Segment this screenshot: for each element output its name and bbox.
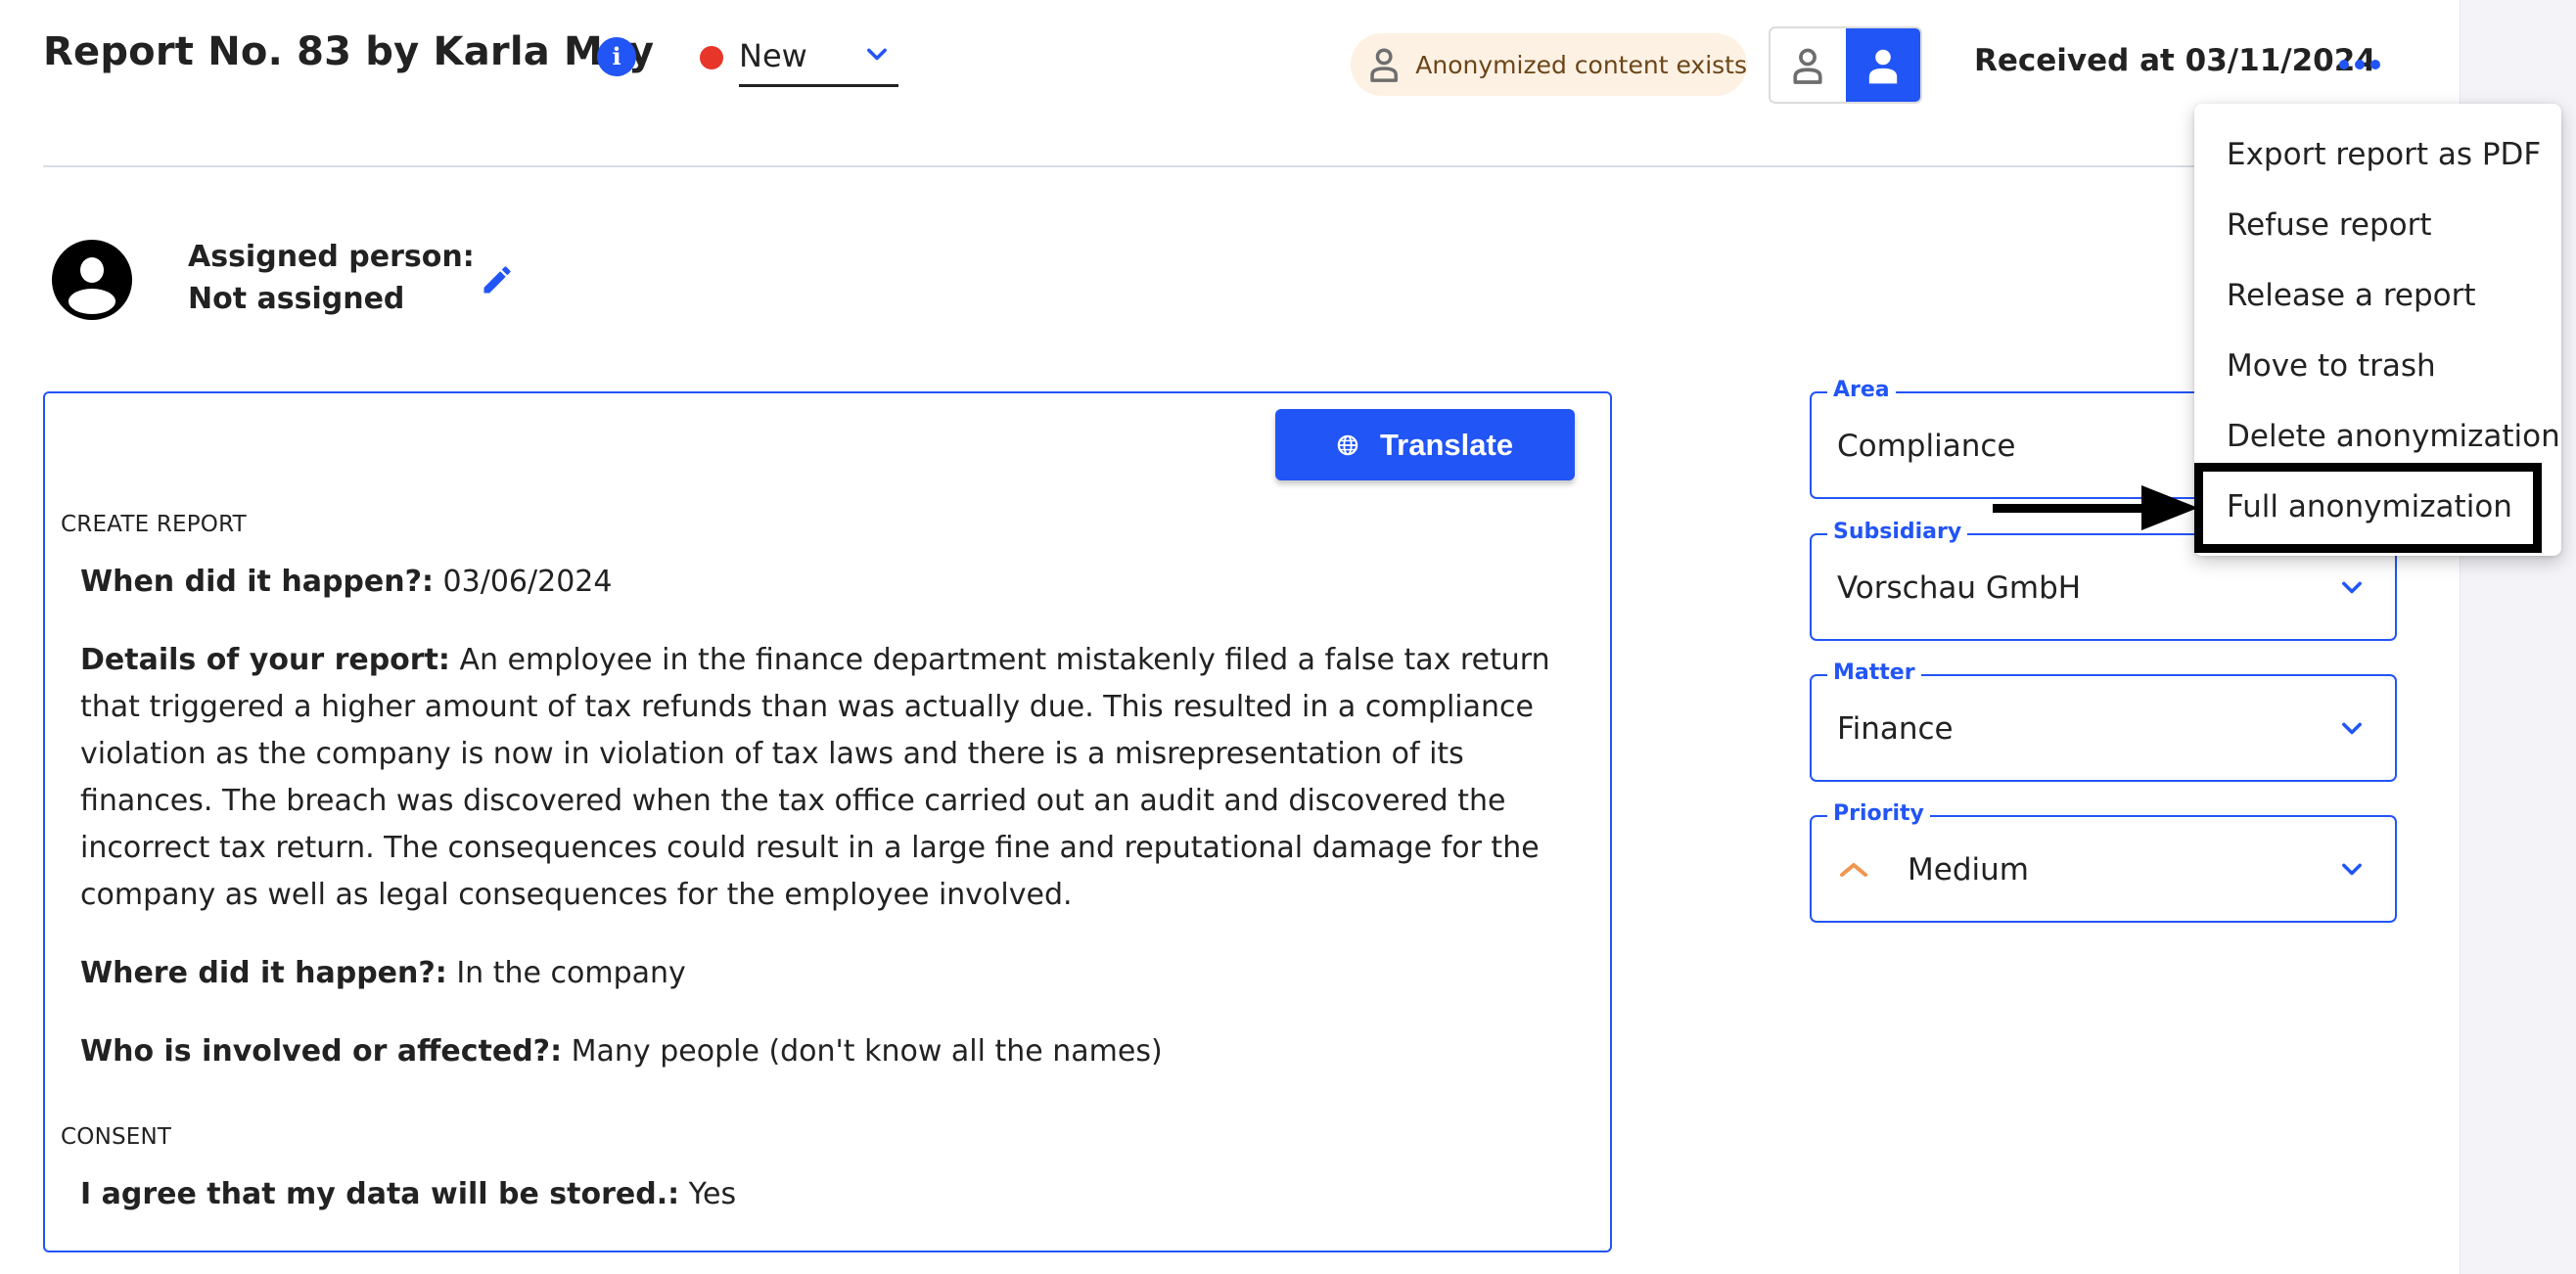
more-options-button[interactable] xyxy=(2339,51,2380,78)
status-value: New xyxy=(739,37,807,74)
info-icon[interactable]: i xyxy=(597,37,636,76)
section-title-create-report: CREATE REPORT xyxy=(61,512,247,537)
highlight-box-annotation xyxy=(2194,463,2542,553)
chevron-down-icon xyxy=(2342,863,2362,876)
priority-label: Priority xyxy=(1827,801,1930,827)
assigned-person-label: Assigned person: xyxy=(188,240,475,274)
edit-pencil-icon[interactable] xyxy=(480,262,515,297)
person-outline-icon xyxy=(1370,48,1399,82)
avatar-icon xyxy=(52,240,132,320)
field-who: Who is involved or affected?: Many peopl… xyxy=(80,1028,1587,1075)
field-when: When did it happen?: 03/06/2024 xyxy=(80,559,1587,606)
chevron-down-icon xyxy=(2342,581,2362,594)
matter-label: Matter xyxy=(1827,660,1921,686)
anonymized-content-badge: Anonymized content exists xyxy=(1351,33,1747,96)
person-outline-icon xyxy=(1793,48,1822,84)
field-label: Where did it happen?: xyxy=(80,956,447,990)
field-value: Yes xyxy=(688,1177,737,1211)
subsidiary-value: Vorschau GmbH xyxy=(1837,570,2082,606)
menu-item-release-report[interactable]: Release a report xyxy=(2227,278,2476,313)
view-toggle xyxy=(1769,26,1922,104)
field-label: When did it happen?: xyxy=(80,565,434,599)
area-label: Area xyxy=(1827,378,1896,403)
pointer-arrow-annotation xyxy=(1993,485,2198,530)
priority-medium-icon xyxy=(1840,863,1867,877)
original-view-toggle[interactable] xyxy=(1845,28,1920,102)
menu-item-move-to-trash[interactable]: Move to trash xyxy=(2227,348,2436,384)
translate-label: Translate xyxy=(1379,427,1514,462)
page-title: Report No. 83 by Karla May xyxy=(43,29,655,74)
subsidiary-label: Subsidiary xyxy=(1827,520,1968,545)
field-details: Details of your report: An employee in t… xyxy=(80,637,1587,919)
field-where: Where did it happen?: In the company xyxy=(80,950,1587,997)
priority-select[interactable]: Priority Medium xyxy=(1810,801,2397,923)
chevron-down-icon xyxy=(867,48,887,61)
area-value: Compliance xyxy=(1837,429,2016,464)
status-select[interactable]: New xyxy=(697,29,898,88)
matter-value: Finance xyxy=(1837,711,1954,747)
anonymized-badge-text: Anonymized content exists xyxy=(1415,50,1747,79)
field-consent: I agree that my data will be stored.: Ye… xyxy=(80,1171,1587,1218)
globe-icon xyxy=(1337,434,1358,455)
status-underline xyxy=(739,84,898,87)
menu-item-export-pdf[interactable]: Export report as PDF xyxy=(2227,137,2541,172)
header-divider xyxy=(43,165,2460,167)
field-value: An employee in the finance department mi… xyxy=(80,643,1550,912)
dot xyxy=(2370,60,2380,69)
received-date: Received at 03/11/2024 xyxy=(1974,43,2376,78)
anonymized-view-toggle[interactable] xyxy=(1771,28,1846,102)
field-label: I agree that my data will be stored.: xyxy=(80,1177,680,1211)
translate-button[interactable]: Translate xyxy=(1275,409,1575,480)
priority-value: Medium xyxy=(1908,852,2029,887)
field-value: Many people (don't know all the names) xyxy=(571,1034,1163,1069)
status-dot-icon xyxy=(700,46,723,69)
menu-item-delete-anonymization[interactable]: Delete anonymization xyxy=(2227,419,2560,454)
field-value: In the company xyxy=(456,956,686,990)
person-filled-icon xyxy=(1868,49,1897,83)
matter-select[interactable]: Matter Finance xyxy=(1810,660,2397,782)
field-label: Who is involved or affected?: xyxy=(80,1034,563,1069)
dot xyxy=(2355,60,2365,69)
menu-item-refuse-report[interactable]: Refuse report xyxy=(2227,207,2432,243)
section-title-consent: CONSENT xyxy=(61,1124,172,1150)
field-label: Details of your report: xyxy=(80,643,450,677)
assigned-person-value: Not assigned xyxy=(188,282,405,316)
chevron-down-icon xyxy=(2342,722,2362,735)
field-value: 03/06/2024 xyxy=(442,565,613,599)
dot xyxy=(2339,60,2349,69)
